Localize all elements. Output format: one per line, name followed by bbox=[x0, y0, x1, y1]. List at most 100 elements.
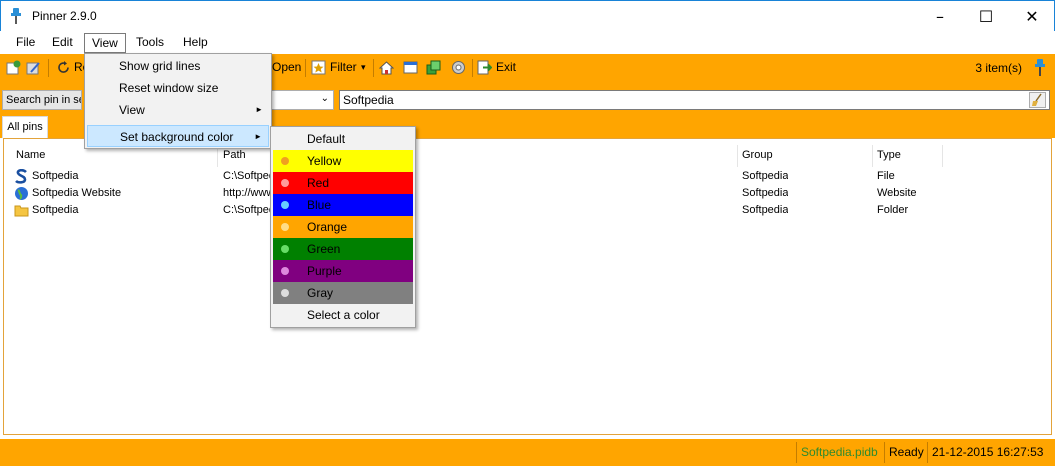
menu-item-show-grid-lines[interactable]: Show grid lines bbox=[87, 55, 269, 77]
color-gray[interactable]: Gray bbox=[273, 282, 413, 304]
cell-name: Softpedia bbox=[32, 170, 79, 182]
menu-view[interactable]: View bbox=[84, 33, 126, 53]
view-menu-dropdown: Show grid lines Reset window size View ►… bbox=[84, 53, 272, 149]
menu-item-label: Purple bbox=[307, 264, 342, 278]
windows-icon[interactable] bbox=[426, 60, 441, 75]
menu-item-label: Gray bbox=[307, 286, 334, 300]
menu-item-label: Default bbox=[307, 132, 346, 146]
menu-item-label: Show grid lines bbox=[119, 59, 201, 73]
status-state: Ready bbox=[884, 442, 928, 463]
exit-icon[interactable] bbox=[477, 60, 492, 75]
status-datetime: 21-12-2015 16:27:53 bbox=[927, 442, 1047, 463]
status-bar: Softpedia.pidb Ready 21-12-2015 16:27:53 bbox=[0, 439, 1055, 466]
color-purple[interactable]: Purple bbox=[273, 260, 413, 282]
color-green[interactable]: Green bbox=[273, 238, 413, 260]
color-orange[interactable]: Orange bbox=[273, 216, 413, 238]
filter-icon[interactable] bbox=[311, 60, 326, 75]
search-scope-combo[interactable]: ⌄ bbox=[270, 90, 334, 110]
cell-group: Softpedia bbox=[742, 187, 789, 199]
cell-name: Softpedia bbox=[32, 204, 79, 216]
color-dot-icon bbox=[281, 267, 289, 275]
gear-icon[interactable] bbox=[451, 60, 466, 75]
menu-item-label: Reset window size bbox=[119, 81, 219, 95]
menu-bar: File Edit View Tools Help bbox=[0, 31, 1055, 54]
color-dot-icon bbox=[281, 157, 289, 165]
cell-type: Website bbox=[877, 187, 917, 199]
table-row[interactable]: Softpedia C:\Softpedia Softpedia File bbox=[4, 168, 1051, 185]
column-type[interactable]: Type bbox=[873, 145, 943, 167]
filter-dropdown-arrow[interactable]: ▾ bbox=[361, 57, 366, 78]
search-scope-label: Search pin in selected bbox=[2, 90, 82, 110]
toolbar-separator bbox=[305, 59, 306, 77]
menu-item-label: Blue bbox=[307, 198, 332, 212]
color-dot-icon bbox=[281, 223, 289, 231]
submenu-arrow-icon: ► bbox=[255, 105, 263, 114]
chevron-down-icon[interactable]: ⌄ bbox=[321, 93, 329, 104]
table-row[interactable]: Softpedia C:\Softpedia Softpedia Folder bbox=[4, 202, 1051, 219]
open-button[interactable]: Open bbox=[272, 57, 301, 78]
edit-pin-icon[interactable] bbox=[26, 60, 41, 75]
refresh-icon[interactable] bbox=[56, 60, 71, 75]
menu-item-view[interactable]: View ► bbox=[87, 99, 269, 121]
cell-path: http://www.softpedia.com bbox=[223, 187, 271, 199]
menu-item-label: Select a color bbox=[307, 308, 380, 322]
pin-toggle-icon[interactable] bbox=[1033, 59, 1047, 76]
toolbar-separator bbox=[48, 59, 49, 77]
color-dot-icon bbox=[281, 201, 289, 209]
cell-path: C:\Softpedia bbox=[223, 170, 271, 182]
softpedia-logo-icon bbox=[15, 169, 27, 184]
pin-icon bbox=[11, 8, 21, 24]
exit-button[interactable]: Exit bbox=[496, 57, 516, 78]
menu-item-label: View bbox=[119, 103, 145, 117]
broom-icon bbox=[1032, 93, 1042, 106]
menu-edit[interactable]: Edit bbox=[45, 33, 80, 53]
menu-item-label: Red bbox=[307, 176, 330, 190]
color-dot-icon bbox=[281, 289, 289, 297]
toolbar-separator bbox=[373, 59, 374, 77]
clear-search-button[interactable] bbox=[1029, 92, 1046, 108]
column-group[interactable]: Group bbox=[738, 145, 873, 167]
folder-icon bbox=[14, 205, 29, 217]
cell-type: Folder bbox=[877, 204, 909, 216]
menu-item-set-background-color[interactable]: Set background color ► bbox=[87, 125, 269, 147]
folder-open-icon[interactable] bbox=[403, 60, 418, 75]
close-button[interactable]: ✕ bbox=[1009, 1, 1055, 32]
menu-item-reset-window-size[interactable]: Reset window size bbox=[87, 77, 269, 99]
table-row[interactable]: Softpedia Website http://www.softpedia.c… bbox=[4, 185, 1051, 202]
color-red[interactable]: Red bbox=[273, 172, 413, 194]
menu-item-label: Orange bbox=[307, 220, 348, 234]
color-select-custom[interactable]: Select a color bbox=[273, 304, 413, 326]
cell-name: Softpedia Website bbox=[32, 187, 122, 199]
color-yellow[interactable]: Yellow bbox=[273, 150, 413, 172]
title-bar: Pinner 2.9.0 – ☐ ✕ bbox=[0, 0, 1055, 31]
tab-all-pins[interactable]: All pins bbox=[2, 116, 48, 138]
menu-help[interactable]: Help bbox=[176, 33, 215, 53]
toolbar-separator bbox=[472, 59, 473, 77]
color-default[interactable]: Default bbox=[273, 128, 413, 150]
menu-item-label: Set background color bbox=[120, 130, 234, 144]
cell-path: C:\Softpedia bbox=[223, 204, 271, 216]
maximize-button[interactable]: ☐ bbox=[963, 1, 1009, 32]
menu-item-label: Yellow bbox=[307, 154, 342, 168]
submenu-arrow-icon: ► bbox=[254, 132, 262, 141]
window-title: Pinner 2.9.0 bbox=[32, 9, 97, 23]
cell-group: Softpedia bbox=[742, 170, 789, 182]
menu-file[interactable]: File bbox=[9, 33, 42, 53]
color-blue[interactable]: Blue bbox=[273, 194, 413, 216]
minimize-button[interactable]: – bbox=[917, 1, 963, 32]
globe-icon bbox=[15, 187, 28, 200]
color-dot-icon bbox=[281, 245, 289, 253]
search-input[interactable]: Softpedia bbox=[339, 90, 1050, 110]
cell-type: File bbox=[877, 170, 895, 182]
status-file: Softpedia.pidb bbox=[796, 442, 882, 463]
cell-group: Softpedia bbox=[742, 204, 789, 216]
add-pin-icon[interactable] bbox=[6, 60, 21, 75]
menu-tools[interactable]: Tools bbox=[129, 33, 171, 53]
filter-button[interactable]: Filter bbox=[330, 57, 357, 78]
color-dot-icon bbox=[281, 179, 289, 187]
menu-item-label: Green bbox=[307, 242, 341, 256]
pins-list[interactable]: Name Path Group Type Softpedia C:\Softpe… bbox=[3, 138, 1052, 435]
home-icon[interactable] bbox=[379, 60, 394, 75]
item-count: 3 item(s) bbox=[975, 61, 1022, 75]
background-color-submenu: Default Yellow Red Blue Orange Green Pur… bbox=[270, 126, 416, 328]
